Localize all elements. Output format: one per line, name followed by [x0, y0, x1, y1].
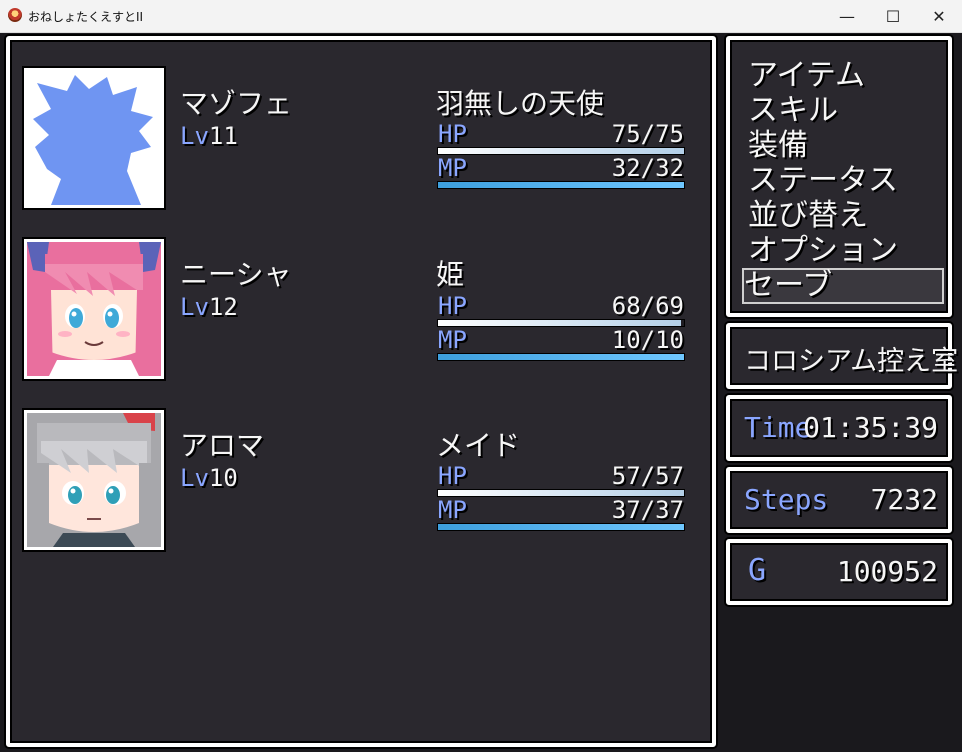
hp-label: HP: [438, 462, 467, 490]
hp-value: 68/69: [611, 292, 684, 320]
actor-level: Lv11: [180, 122, 238, 150]
actor-class: 姫: [436, 258, 465, 291]
menu-item-save[interactable]: セーブ: [744, 260, 832, 304]
steps-value: 7232: [870, 483, 938, 516]
hp-label: HP: [438, 120, 467, 148]
close-button[interactable]: ✕: [916, 0, 962, 32]
mp-label: MP: [438, 154, 467, 182]
hp-gauge: HP 75/75: [438, 120, 684, 154]
level-label: Lv: [180, 464, 209, 492]
mp-gauge-fill: [438, 182, 684, 188]
mp-gauge-fill: [438, 354, 684, 360]
mp-gauge: MP 37/37: [438, 496, 684, 530]
mp-value: 37/37: [611, 496, 684, 524]
game-screen: マゾフェ Lv11 羽無しの天使 HP 75/75 MP 32/32 ニーシャ …: [0, 33, 962, 752]
gold-label: G: [748, 553, 767, 588]
gold-window: G 100952: [726, 539, 952, 605]
actor-name: アロマ: [180, 429, 265, 462]
steps-window: Steps 7232: [726, 467, 952, 533]
party-status-window: マゾフェ Lv11 羽無しの天使 HP 75/75 MP 32/32 ニーシャ …: [6, 36, 716, 747]
face-portrait-2: [24, 239, 164, 379]
face-portrait-3: [24, 410, 164, 550]
mp-label: MP: [438, 326, 467, 354]
hp-label: HP: [438, 292, 467, 320]
actor-name: ニーシャ: [180, 258, 292, 291]
app-icon: [8, 8, 22, 22]
level-value: 12: [208, 293, 238, 321]
actor-level: Lv10: [180, 464, 238, 492]
level-value: 10: [208, 464, 238, 492]
hp-value: 57/57: [611, 462, 684, 490]
mp-gauge: MP 32/32: [438, 154, 684, 188]
window-title: おねしょたくえすとII: [28, 10, 144, 24]
command-menu-window: アイテム スキル 装備 ステータス 並び替え オプション セーブ: [726, 36, 952, 317]
time-label: Time: [744, 411, 812, 444]
minimize-button[interactable]: —: [824, 0, 870, 32]
level-label: Lv: [180, 122, 209, 150]
level-value: 11: [208, 122, 238, 150]
gold-value: 100952: [836, 555, 938, 588]
actor-level: Lv12: [180, 293, 238, 321]
mp-gauge-fill: [438, 524, 684, 530]
level-label: Lv: [180, 293, 209, 321]
time-value: 01:35:39: [803, 411, 938, 444]
mp-value: 10/10: [611, 326, 684, 354]
hp-value: 75/75: [611, 120, 684, 148]
hp-gauge: HP 57/57: [438, 462, 684, 496]
location-name: コロシアム控え室: [744, 346, 959, 377]
mp-gauge: MP 10/10: [438, 326, 684, 360]
hp-gauge: HP 68/69: [438, 292, 684, 326]
actor-class: メイド: [436, 429, 521, 462]
playtime-window: Time 01:35:39: [726, 395, 952, 461]
actor-name: マゾフェ: [180, 87, 293, 120]
face-portrait-1: [24, 68, 164, 208]
mp-value: 32/32: [611, 154, 684, 182]
mp-label: MP: [438, 496, 467, 524]
actor-class: 羽無しの天使: [436, 87, 605, 120]
title-bar: おねしょたくえすとII — ☐ ✕: [0, 0, 962, 33]
location-window: コロシアム控え室: [726, 323, 958, 389]
maximize-button[interactable]: ☐: [870, 0, 916, 32]
steps-label: Steps: [744, 483, 829, 516]
